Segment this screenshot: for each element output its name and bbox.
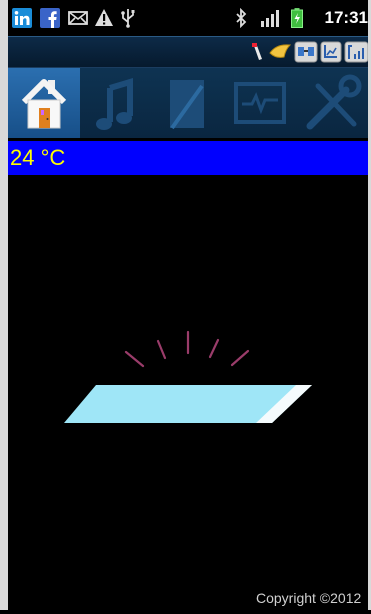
music-note-icon xyxy=(96,77,133,130)
status-bar: 17:31 xyxy=(8,0,368,36)
tab-home[interactable] xyxy=(8,68,80,138)
signal-strength-icon[interactable] xyxy=(344,41,368,63)
signal-tool-icon[interactable] xyxy=(320,41,342,63)
house-icon xyxy=(21,79,67,129)
main-stage xyxy=(8,175,368,610)
light-ray xyxy=(124,350,145,368)
warning-icon xyxy=(95,9,113,26)
temperature-bar: 24 °C xyxy=(8,141,368,175)
tab-music[interactable] xyxy=(80,68,152,138)
left-frame xyxy=(0,0,8,610)
tab-settings[interactable] xyxy=(296,68,368,138)
usb-icon xyxy=(121,9,135,28)
tab-bar xyxy=(8,68,368,138)
light-ray xyxy=(156,339,167,360)
copyright-text: Copyright ©2012 xyxy=(256,590,362,606)
clock: 17:31 xyxy=(324,8,368,27)
settings-icon[interactable] xyxy=(268,41,292,63)
light-ray xyxy=(208,338,220,359)
bluetooth-icon xyxy=(236,8,247,28)
notepad-icon xyxy=(170,80,204,130)
app-header xyxy=(8,36,368,68)
mail-icon xyxy=(68,11,88,25)
cleaning-icon[interactable] xyxy=(250,41,268,63)
tab-monitor[interactable] xyxy=(224,68,296,138)
monitor-pulse-icon xyxy=(234,82,286,124)
facebook-icon xyxy=(40,8,60,28)
linkedin-icon xyxy=(12,8,32,28)
battery-icon xyxy=(291,8,303,28)
glowing-light-panel xyxy=(64,330,312,423)
tab-notes[interactable] xyxy=(152,68,224,138)
network-icon[interactable] xyxy=(294,41,318,63)
signal-icon xyxy=(261,10,279,27)
light-ray xyxy=(230,349,250,367)
temperature-value: 24 °C xyxy=(10,145,66,170)
wrench-screwdriver-icon xyxy=(306,74,362,130)
